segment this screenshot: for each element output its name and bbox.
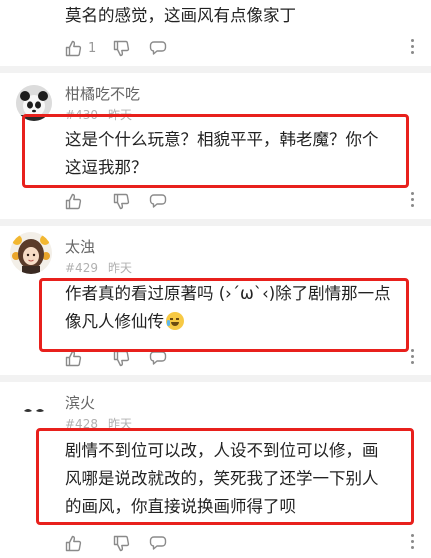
thumbs-up-icon — [65, 350, 82, 366]
comment-actions — [65, 533, 415, 553]
dislike-button[interactable] — [113, 38, 130, 58]
thumbs-up-icon — [65, 535, 82, 551]
comment-bubble-icon — [149, 536, 167, 550]
comment-item: 莫名的感觉，这画风有点像家丁 1 — [0, 0, 431, 60]
thumbs-down-icon — [113, 535, 130, 551]
more-vertical-icon — [409, 534, 415, 549]
comment-bubble-icon — [149, 41, 167, 55]
thumbs-up-icon — [65, 40, 82, 56]
comment-time: 昨天 — [107, 261, 132, 275]
avatar[interactable] — [16, 392, 52, 428]
highlight-box — [36, 428, 414, 525]
highlight-box — [22, 114, 409, 188]
thumbs-down-icon — [113, 193, 130, 209]
reply-button[interactable] — [149, 38, 167, 58]
separator — [0, 219, 431, 226]
more-vertical-icon — [409, 39, 415, 54]
more-options-button[interactable] — [409, 349, 415, 367]
avatar[interactable] — [10, 232, 52, 274]
more-options-button[interactable] — [409, 534, 415, 552]
comment-text: 莫名的感觉，这画风有点像家丁 — [65, 6, 296, 25]
highlight-box — [39, 278, 409, 352]
floor-number: #429 — [65, 261, 98, 275]
more-vertical-icon — [409, 192, 415, 207]
reply-button[interactable] — [149, 533, 167, 553]
comment-bubble-icon — [149, 351, 167, 365]
like-button[interactable] — [65, 191, 82, 211]
separator — [0, 66, 431, 73]
like-button[interactable] — [65, 533, 82, 553]
like-button[interactable]: 1 — [65, 38, 96, 58]
separator — [0, 375, 431, 382]
more-options-button[interactable] — [409, 192, 415, 210]
thumbs-up-icon — [65, 193, 82, 209]
like-count: 1 — [88, 40, 97, 56]
comment-actions: 1 — [65, 38, 415, 58]
eyes-avatar-icon — [16, 392, 52, 428]
username[interactable]: 太浊 — [65, 236, 95, 257]
comment-bubble-icon — [149, 194, 167, 208]
reply-button[interactable] — [149, 191, 167, 211]
more-vertical-icon — [409, 349, 415, 364]
girl-avatar-icon — [10, 232, 52, 274]
thumbs-down-icon — [113, 350, 130, 366]
more-options-button[interactable] — [409, 39, 415, 57]
comment-actions — [65, 191, 415, 211]
dislike-button[interactable] — [113, 191, 130, 211]
comment-meta: #429 昨天 — [65, 259, 142, 276]
dislike-button[interactable] — [113, 533, 130, 553]
username[interactable]: 柑橘吃不吃 — [65, 83, 140, 104]
thumbs-down-icon — [113, 40, 130, 56]
username[interactable]: 滨火 — [65, 392, 95, 413]
